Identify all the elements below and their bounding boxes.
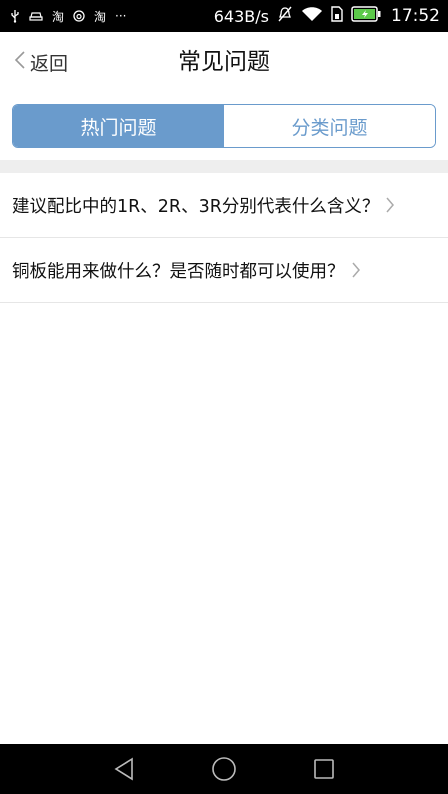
mute-icon [277, 5, 293, 27]
section-divider [0, 160, 448, 173]
home-circle-icon[interactable] [211, 756, 237, 782]
nav-bar: 返回 常见问题 [0, 32, 448, 92]
tab-hot-questions[interactable]: 热门问题 [13, 105, 224, 147]
faq-list: 建议配比中的1R、2R、3R分别代表什么含义？ 铜板能用来做什么？是否随时都可以… [0, 173, 448, 303]
netease-icon [73, 10, 85, 22]
taobao-icon: 淘 [52, 9, 65, 24]
car-icon [29, 10, 43, 22]
taobao-icon-2: 淘 [94, 9, 107, 24]
system-nav-bar [0, 744, 448, 794]
sim-icon [331, 6, 343, 26]
net-speed: 643B/s [213, 6, 269, 26]
back-label: 返回 [30, 52, 69, 75]
usb-icon [10, 9, 20, 23]
more-icon: ··· [115, 9, 127, 23]
segmented-tabs: 热门问题 分类问题 [12, 104, 436, 148]
tab-category-questions[interactable]: 分类问题 [224, 105, 435, 147]
clock: 17:52 [391, 6, 440, 26]
faq-question: 铜板能用来做什么？是否随时都可以使用？ [12, 261, 345, 282]
back-triangle-icon[interactable] [113, 757, 135, 781]
wifi-icon [301, 6, 323, 26]
status-right: 643B/s 17:52 [214, 0, 440, 32]
battery-icon [351, 6, 381, 26]
faq-item[interactable]: 铜板能用来做什么？是否随时都可以使用？ [0, 238, 448, 303]
faq-question: 建议配比中的1R、2R、3R分别代表什么含义？ [12, 196, 380, 217]
chevron-right-icon [385, 196, 395, 214]
chevron-left-icon [14, 50, 26, 74]
status-left-icons: 淘 淘 ··· [10, 0, 126, 32]
chevron-right-icon [351, 261, 361, 279]
faq-item[interactable]: 建议配比中的1R、2R、3R分别代表什么含义？ [0, 173, 448, 238]
back-button[interactable]: 返回 [14, 32, 68, 92]
recents-square-icon[interactable] [313, 758, 335, 780]
status-bar: 淘 淘 ··· 643B/s 17:52 [0, 0, 448, 32]
